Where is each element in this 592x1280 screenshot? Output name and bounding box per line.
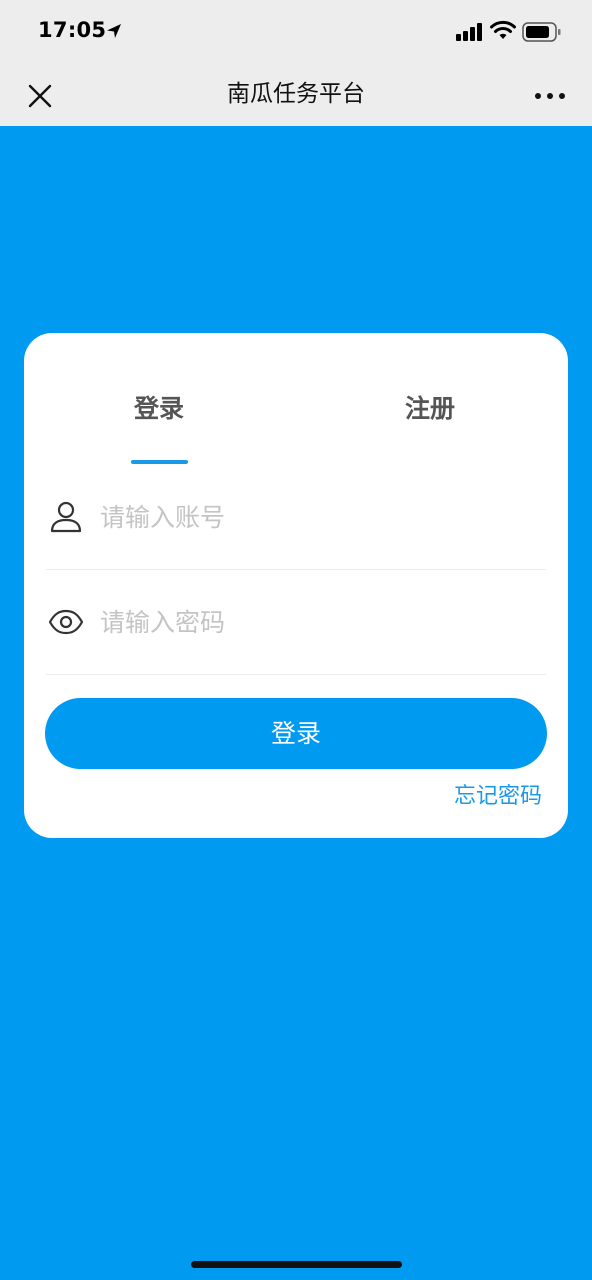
nav-bar: 南瓜任务平台 (0, 62, 592, 126)
status-time: 17:05 (38, 18, 107, 42)
tab-register[interactable]: 注册 (405, 391, 455, 427)
account-input[interactable] (100, 495, 540, 539)
location-arrow-icon (107, 24, 121, 38)
home-indicator (191, 1261, 402, 1268)
login-card: 登录 注册 登录 忘记密码 (24, 333, 568, 838)
page-title: 南瓜任务平台 (227, 81, 365, 107)
account-field (46, 465, 546, 570)
login-button[interactable]: 登录 (45, 698, 547, 769)
forgot-password-link[interactable]: 忘记密码 (454, 781, 542, 813)
wifi-icon (490, 20, 516, 39)
user-icon (50, 501, 82, 533)
password-field (46, 570, 546, 675)
eye-icon[interactable] (48, 604, 84, 640)
active-tab-indicator (131, 460, 188, 464)
tab-login[interactable]: 登录 (134, 391, 184, 427)
password-input[interactable] (100, 600, 540, 644)
battery-icon (522, 22, 561, 42)
cellular-signal-icon (456, 23, 482, 41)
more-dots-icon[interactable] (532, 82, 568, 110)
status-bar: 17:05 (0, 0, 592, 62)
